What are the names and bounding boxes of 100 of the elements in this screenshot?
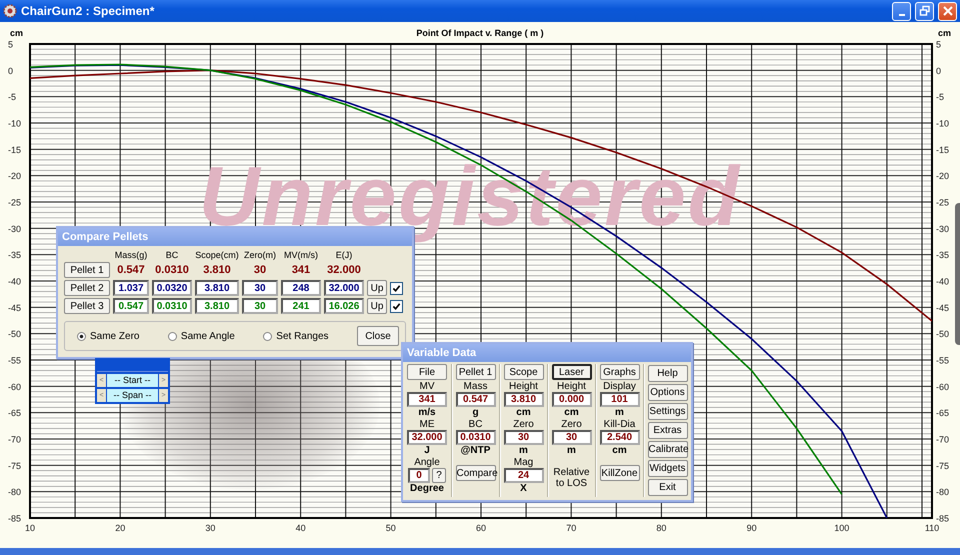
value-field[interactable]: 30 — [242, 280, 278, 296]
value-field[interactable]: 0.0310 — [152, 298, 192, 314]
pellet-button[interactable]: Pellet 3 — [64, 298, 110, 314]
value-text: 3.810 — [202, 264, 232, 276]
unit-label: cm — [516, 407, 531, 419]
unit-label: m/s — [418, 407, 436, 419]
button[interactable]: File — [407, 364, 447, 380]
value-field[interactable]: 2.540 — [600, 430, 640, 445]
value-field[interactable]: 0.0310 — [456, 430, 496, 445]
button[interactable]: Options — [648, 384, 688, 401]
field-label: Height — [557, 381, 586, 392]
y-tick-label: -45 — [936, 302, 950, 313]
y-tick-label: 0 — [8, 66, 14, 76]
y-tick-label: -15 — [8, 144, 22, 155]
x-tick-label: 90 — [746, 523, 757, 533]
y-tick-label: 5 — [8, 40, 14, 50]
y-tick-label: -80 — [936, 487, 950, 498]
y-tick-label: -85 — [936, 514, 950, 524]
value-text: 30 — [252, 264, 268, 276]
window-title: ChairGun2 : Specimen* — [21, 4, 154, 18]
y-tick-label: -40 — [936, 276, 950, 286]
field-label: BC — [468, 419, 482, 430]
close-button[interactable] — [938, 2, 957, 20]
value-field[interactable]: 0.547 — [456, 392, 496, 407]
field-label: Height — [509, 381, 538, 392]
button[interactable]: Help — [648, 365, 688, 382]
column-header: BC — [164, 250, 180, 260]
value-field[interactable]: 30 — [552, 430, 592, 445]
button[interactable]: Widgets — [648, 460, 688, 477]
field-label: Zero — [513, 419, 534, 430]
up-button[interactable]: Up — [367, 280, 387, 296]
button[interactable]: Extras — [648, 422, 688, 439]
button[interactable]: Laser — [552, 364, 592, 380]
unit-label: J — [424, 445, 430, 457]
button[interactable]: Exit — [648, 479, 688, 496]
value-field[interactable]: 0.547 — [113, 298, 149, 314]
button[interactable]: Pellet 1 — [456, 364, 496, 380]
pellet-button[interactable]: Pellet 2 — [64, 280, 110, 296]
y-tick-label: 0 — [936, 66, 942, 76]
radio-button[interactable]: Set Ranges — [263, 330, 329, 342]
column-header: Zero(m) — [243, 250, 277, 260]
button[interactable]: Graphs — [600, 364, 640, 380]
up-button[interactable]: Up — [367, 298, 387, 314]
checkbox[interactable] — [390, 282, 403, 294]
button[interactable]: Scope — [504, 364, 544, 380]
field-label: Kill-Dia — [604, 419, 636, 430]
value-field[interactable]: 32.000 — [407, 430, 447, 445]
x-tick-label: 70 — [566, 523, 576, 533]
value-field[interactable]: 16.026 — [324, 298, 364, 314]
value-field[interactable]: 241 — [281, 298, 321, 314]
minimize-button[interactable] — [892, 2, 911, 20]
close-button[interactable]: Close — [356, 326, 399, 346]
radio-button[interactable]: Same Angle — [168, 330, 235, 342]
y-tick-label: -20 — [8, 171, 22, 182]
value-field[interactable]: 30 — [504, 430, 544, 445]
pellet-button[interactable]: Pellet 1 — [64, 262, 110, 278]
y-tick-label: -15 — [936, 144, 950, 155]
y-tick-label: -70 — [936, 434, 950, 444]
value-field[interactable]: 0.0320 — [152, 280, 192, 296]
value-field[interactable]: 1.037 — [113, 280, 149, 296]
radio-button[interactable]: Same Zero — [77, 330, 140, 342]
value-field[interactable]: 3.810 — [195, 298, 239, 314]
checkbox[interactable] — [390, 300, 403, 312]
y-tick-label: -25 — [8, 198, 22, 208]
value-field[interactable]: 30 — [242, 298, 278, 314]
value-field[interactable]: 0.000 — [552, 392, 592, 407]
value-field[interactable]: 341 — [407, 392, 447, 407]
unit-label: m — [519, 445, 528, 457]
button[interactable]: Compare — [456, 465, 496, 481]
value-field[interactable]: 248 — [281, 280, 321, 296]
value-field[interactable]: 101 — [600, 392, 640, 407]
gear-icon — [3, 4, 17, 18]
column-header: Scope(cm) — [195, 250, 239, 260]
value-field[interactable]: 0 — [408, 468, 430, 483]
close-icon — [942, 5, 954, 17]
value-field[interactable]: 3.810 — [195, 280, 239, 296]
y-tick-label: -45 — [8, 302, 22, 313]
y-tick-label: -20 — [936, 171, 950, 182]
y-tick-label: -5 — [936, 92, 944, 102]
range-label: -- Span -- — [107, 389, 158, 402]
button[interactable]: Settings — [648, 403, 688, 420]
axis-unit-label: cm — [938, 28, 952, 38]
y-tick-label: -5 — [8, 92, 16, 102]
value-field[interactable]: 24 — [504, 468, 544, 483]
minimize-icon — [898, 14, 904, 16]
y-tick-label: -85 — [8, 514, 22, 524]
x-tick-label: 20 — [115, 523, 126, 533]
button[interactable]: KillZone — [600, 465, 640, 481]
restore-button[interactable] — [915, 2, 934, 20]
value-field[interactable]: 3.810 — [504, 392, 544, 407]
field-label: Zero — [561, 419, 582, 430]
value-text: 0.0310 — [154, 264, 190, 276]
restore-icon — [918, 5, 930, 17]
unit-label: cm — [564, 407, 579, 419]
y-tick-label: -10 — [936, 118, 950, 128]
x-tick-label: 30 — [205, 523, 216, 533]
button[interactable]: Calibrate — [648, 441, 688, 458]
value-field[interactable]: 32.000 — [324, 280, 364, 296]
help-button[interactable]: ? — [432, 468, 446, 483]
y-tick-label: -70 — [8, 434, 22, 444]
